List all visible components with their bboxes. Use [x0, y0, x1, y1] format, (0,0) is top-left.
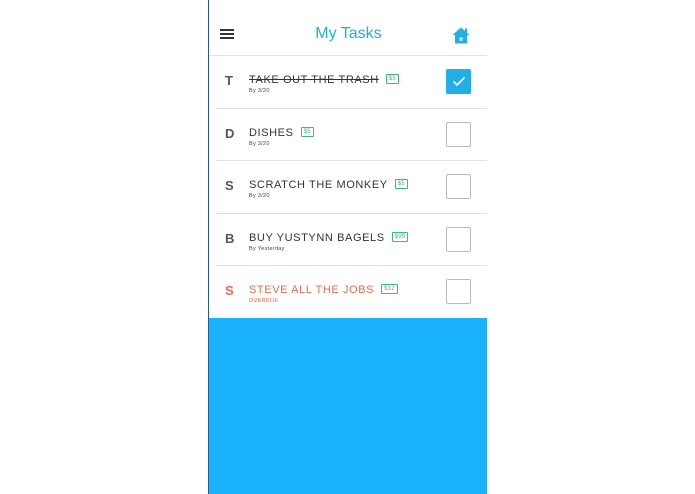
page: My Tasks T TAKE OUT THE TRASH $5 By 3/20 [0, 0, 695, 494]
task-title: TAKE OUT THE TRASH [249, 74, 379, 86]
task-row[interactable]: T TAKE OUT THE TRASH $5 By 3/20 [216, 56, 487, 109]
task-title-wrapper: BUY YUSTYNN BAGELS $99 [249, 231, 409, 244]
task-initial: B [225, 230, 235, 246]
task-due-date: By 3/20 [249, 88, 270, 94]
app-screen: My Tasks T TAKE OUT THE TRASH $5 By 3/20 [208, 0, 487, 494]
task-title-wrapper: SCRATCH THE MONKEY $5 [249, 179, 408, 191]
reward-badge: $5 [300, 126, 314, 137]
home-icon[interactable] [452, 27, 470, 44]
reward-badge: $5 [394, 179, 408, 190]
checkmark-icon [452, 76, 466, 87]
task-title-wrapper: DISHES $5 [249, 127, 314, 139]
page-title: My Tasks [315, 25, 382, 42]
task-title-wrapper: TAKE OUT THE TRASH $5 [249, 74, 399, 86]
reward-badge: $12 [381, 284, 398, 295]
task-checkbox[interactable] [446, 279, 471, 304]
task-due-date: By 3/20 [249, 193, 270, 199]
top-bar: My Tasks [209, 0, 487, 56]
task-list: T TAKE OUT THE TRASH $5 By 3/20 D DISHES $… [216, 56, 487, 319]
task-title: BUY YUSTYNN BAGELS [249, 231, 385, 244]
task-row[interactable]: B BUY YUSTYNN BAGELS $99 By Yesterday [216, 214, 487, 266]
task-checkbox[interactable] [446, 226, 471, 252]
task-row[interactable]: D DISHES $5 By 3/20 [216, 109, 487, 161]
blue-panel [209, 318, 487, 494]
task-checkbox[interactable] [446, 69, 471, 94]
task-due-date: OVERDUE [249, 298, 279, 304]
task-initial: S [225, 283, 234, 298]
task-due-date: By Yesterday [249, 245, 285, 252]
task-row[interactable]: S SCRATCH THE MONKEY $5 By 3/20 [216, 161, 487, 214]
task-title-wrapper: STEVE ALL THE JOBS $12 [249, 284, 398, 296]
task-title: SCRATCH THE MONKEY [249, 179, 388, 191]
reward-badge: $99 [391, 231, 409, 242]
task-checkbox[interactable] [446, 121, 471, 147]
task-row[interactable]: S STEVE ALL THE JOBS $12 OVERDUE [216, 266, 487, 319]
reward-badge: $5 [385, 74, 399, 85]
task-title: STEVE ALL THE JOBS [249, 284, 375, 296]
task-initial: S [225, 178, 234, 193]
task-checkbox[interactable] [446, 174, 471, 199]
task-title: DISHES [249, 126, 294, 139]
task-initial: D [225, 125, 235, 141]
task-initial: T [225, 73, 233, 88]
task-due-date: By 3/20 [249, 140, 270, 147]
